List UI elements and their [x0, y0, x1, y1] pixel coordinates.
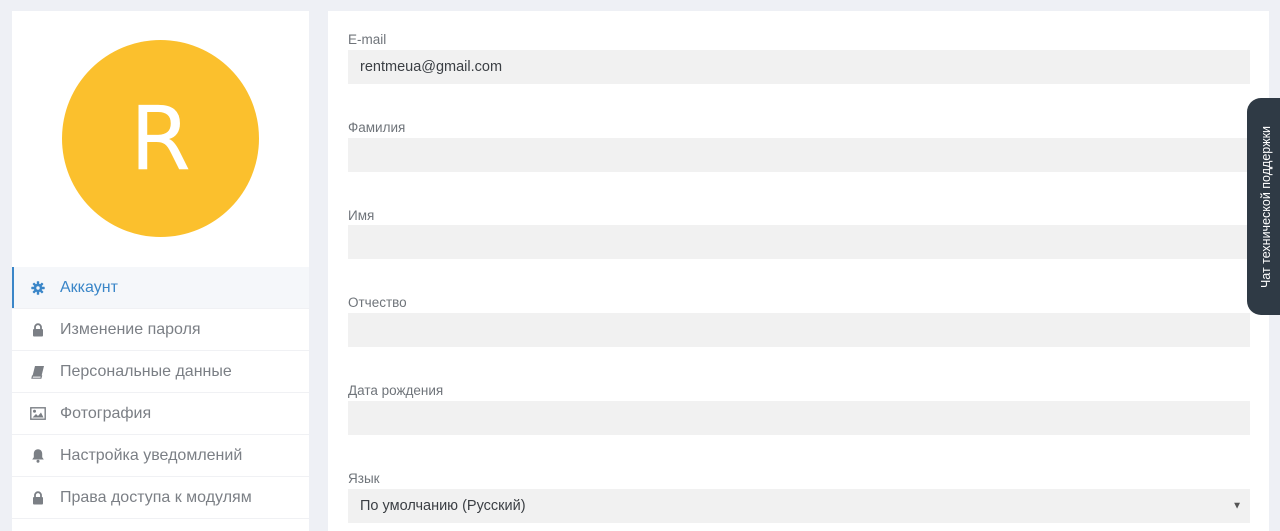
support-chat-tab[interactable]: Чат технической поддержки	[1247, 98, 1280, 315]
last-name-label: Фамилия	[348, 120, 406, 135]
patronymic-label: Отчество	[348, 295, 407, 310]
picture-icon	[29, 405, 46, 422]
email-label: E-mail	[348, 32, 387, 47]
support-chat-label: Чат технической поддержки	[1259, 125, 1273, 288]
sidebar-menu: Аккаунт Изменение пароля Персональные да…	[12, 267, 309, 519]
sidebar-item-label: Изменение пароля	[60, 320, 201, 338]
language-label: Язык	[348, 471, 380, 486]
email-field[interactable]: rentmeua@gmail.com	[348, 50, 1250, 84]
sidebar-item-module-access[interactable]: Права доступа к модулям	[12, 477, 309, 519]
sidebar-item-label: Фотография	[60, 404, 152, 422]
sidebar-item-label: Права доступа к модулям	[60, 488, 252, 506]
lock-icon	[29, 489, 46, 506]
sidebar-item-label: Персональные данные	[60, 362, 232, 380]
sidebar-item-change-password[interactable]: Изменение пароля	[12, 309, 309, 351]
patronymic-field[interactable]	[348, 313, 1250, 347]
dropdown-arrow-icon: ▼	[1232, 500, 1242, 512]
avatar-letter: R	[129, 86, 192, 190]
sidebar-item-personal-data[interactable]: Персональные данные	[12, 351, 309, 393]
birth-date-label: Дата рождения	[348, 383, 444, 398]
sidebar-item-photo[interactable]: Фотография	[12, 393, 309, 435]
bell-icon	[29, 447, 46, 464]
first-name-label: Имя	[348, 208, 375, 223]
account-form: E-mail rentmeua@gmail.com Фамилия Имя От…	[328, 11, 1269, 531]
sidebar-item-label: Аккаунт	[60, 278, 118, 296]
gear-icon	[29, 279, 46, 296]
lock-icon	[29, 321, 46, 338]
birth-date-field[interactable]	[348, 401, 1250, 435]
sidebar-item-notifications[interactable]: Настройка уведомлений	[12, 435, 309, 477]
sidebar-item-label: Настройка уведомлений	[60, 446, 243, 464]
language-value: По умолчанию (Русский)	[360, 498, 526, 514]
sidebar-item-account[interactable]: Аккаунт	[12, 267, 309, 309]
first-name-field[interactable]	[348, 225, 1250, 259]
book-icon	[29, 363, 46, 380]
email-value: rentmeua@gmail.com	[360, 59, 503, 75]
profile-sidebar: R Аккаунт Изменение пароля Персональные …	[12, 11, 309, 531]
avatar: R	[62, 40, 259, 237]
last-name-field[interactable]	[348, 138, 1250, 172]
